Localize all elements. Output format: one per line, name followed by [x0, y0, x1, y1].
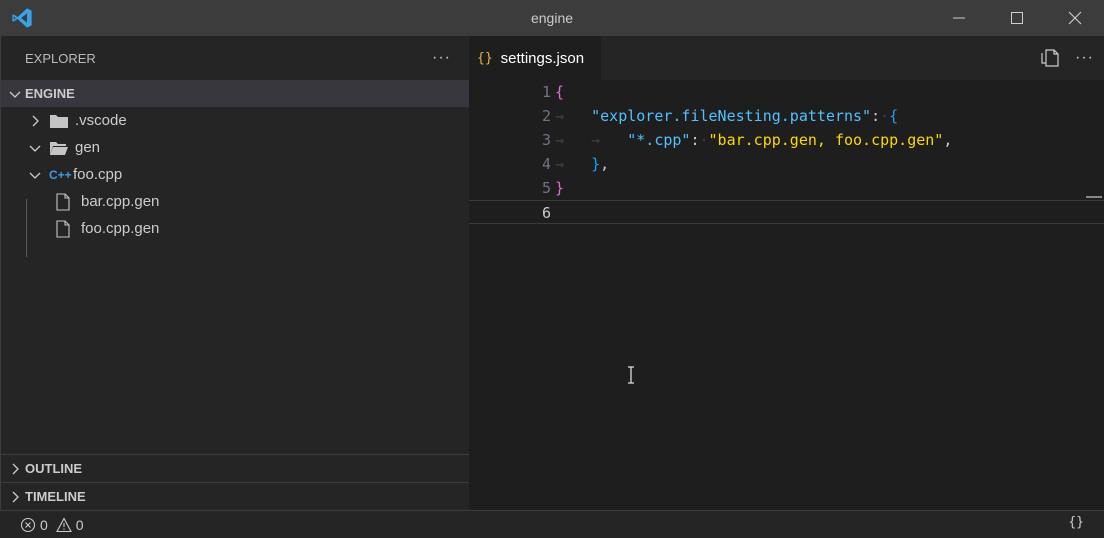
code-line: 1 { — [469, 80, 1104, 104]
chevron-right-icon — [27, 113, 43, 129]
code-line-current: 6 — [469, 200, 1104, 224]
overview-ruler-marker — [1086, 196, 1102, 198]
explorer-more-actions-button[interactable]: ··· — [432, 49, 451, 67]
line-number: 3 — [541, 131, 551, 149]
tree-item-foo-cpp[interactable]: C++ foo.cpp — [1, 161, 469, 188]
folder-open-icon — [50, 141, 68, 155]
language-mode-icon[interactable]: {} — [1068, 515, 1084, 530]
line-content: → "explorer.fileNesting.patterns":·{ — [555, 107, 899, 125]
tree-item-label: foo.cpp — [73, 166, 123, 183]
tab-strip: {} settings.json ··· — [469, 36, 1104, 80]
explorer-sidebar: EXPLORER ··· ENGINE .vscode gen C++ foo.… — [0, 36, 469, 510]
tree-item-foo-cpp-gen[interactable]: foo.cpp.gen — [1, 215, 469, 242]
indent-guide — [26, 199, 27, 257]
line-number: 6 — [541, 204, 551, 222]
section-label: TIMELINE — [25, 489, 86, 504]
vscode-logo-icon[interactable] — [11, 7, 33, 29]
section-label: OUTLINE — [25, 461, 83, 476]
folder-icon — [50, 114, 68, 128]
line-number: 5 — [541, 179, 551, 197]
json-key: "*.cpp" — [627, 131, 691, 149]
folder-name: ENGINE — [25, 86, 75, 101]
line-number: 4 — [541, 155, 551, 173]
code-line: 5 } — [469, 176, 1104, 200]
error-count: 0 — [40, 516, 48, 533]
chevron-down-icon — [7, 86, 23, 102]
editor-more-actions-button[interactable]: ··· — [1075, 49, 1094, 67]
tree-item-bar-cpp-gen[interactable]: bar.cpp.gen — [1, 188, 469, 215]
warning-icon — [55, 516, 72, 532]
text-cursor-icon — [628, 366, 634, 384]
close-button[interactable] — [1046, 0, 1104, 36]
error-icon — [20, 517, 36, 532]
line-content: } — [555, 179, 565, 197]
file-icon — [56, 192, 70, 211]
file-tree: .vscode gen C++ foo.cpp bar.cpp.gen foo.… — [1, 107, 469, 242]
tree-item-label: foo.cpp.gen — [81, 220, 160, 237]
chevron-down-icon — [27, 140, 43, 156]
chevron-down-icon — [27, 167, 43, 183]
vscode-window: engine EXPLORER ··· ENGINE .vscode gen C… — [0, 0, 1104, 538]
bottom-panels: OUTLINE TIMELINE — [1, 454, 469, 510]
tree-item-label: .vscode — [75, 112, 127, 129]
line-content: → }, — [555, 155, 610, 173]
warning-count: 0 — [75, 516, 84, 533]
json-value: "bar.cpp.gen, foo.cpp.gen" — [708, 131, 944, 149]
json-file-icon: {} — [477, 50, 493, 66]
code-line: 4 → }, — [469, 152, 1104, 176]
status-bar: 0 0 {} — [0, 510, 1104, 538]
line-number: 1 — [541, 83, 551, 101]
folder-header-engine[interactable]: ENGINE — [1, 80, 469, 107]
maximize-button[interactable] — [988, 0, 1046, 36]
tab-label: settings.json — [500, 49, 585, 67]
tab-settings-json[interactable]: {} settings.json — [469, 36, 601, 80]
minimize-icon — [953, 17, 965, 19]
line-number: 2 — [541, 107, 551, 125]
line-content: { — [555, 83, 565, 101]
tree-item-gen[interactable]: gen — [1, 134, 469, 161]
problems-indicator[interactable]: 0 0 — [20, 517, 84, 533]
minimize-button[interactable] — [930, 0, 988, 36]
maximize-icon — [1011, 12, 1023, 24]
close-icon — [1068, 11, 1082, 25]
tree-item-label: bar.cpp.gen — [81, 193, 160, 210]
explorer-header: EXPLORER ··· — [1, 36, 469, 80]
editor-actions: ··· — [1039, 36, 1094, 80]
json-key: "explorer.fileNesting.patterns" — [591, 107, 872, 125]
cpp-file-icon: C++ — [49, 167, 72, 182]
code-editor[interactable]: 1 { 2 → "explorer.fileNesting.patterns":… — [469, 80, 1104, 510]
window-controls — [930, 0, 1104, 36]
line-content: → → "*.cpp":·"bar.cpp.gen, foo.cpp.gen", — [555, 131, 953, 149]
open-settings-ui-icon[interactable] — [1039, 48, 1061, 68]
editor-area: {} settings.json ··· 1 { 2 → "explorer.f… — [469, 36, 1104, 510]
explorer-title: EXPLORER — [25, 50, 96, 66]
chevron-right-icon — [7, 489, 23, 505]
code-line: 2 → "explorer.fileNesting.patterns":·{ — [469, 104, 1104, 128]
chevron-right-icon — [7, 461, 23, 477]
section-header-timeline[interactable]: TIMELINE — [1, 482, 469, 510]
tree-item-label: gen — [75, 139, 101, 156]
section-header-outline[interactable]: OUTLINE — [1, 454, 469, 482]
code-line: 3 → → "*.cpp":·"bar.cpp.gen, foo.cpp.gen… — [469, 128, 1104, 152]
title-bar: engine — [0, 0, 1104, 36]
file-icon — [56, 219, 70, 238]
tree-item-vscode[interactable]: .vscode — [1, 107, 469, 134]
